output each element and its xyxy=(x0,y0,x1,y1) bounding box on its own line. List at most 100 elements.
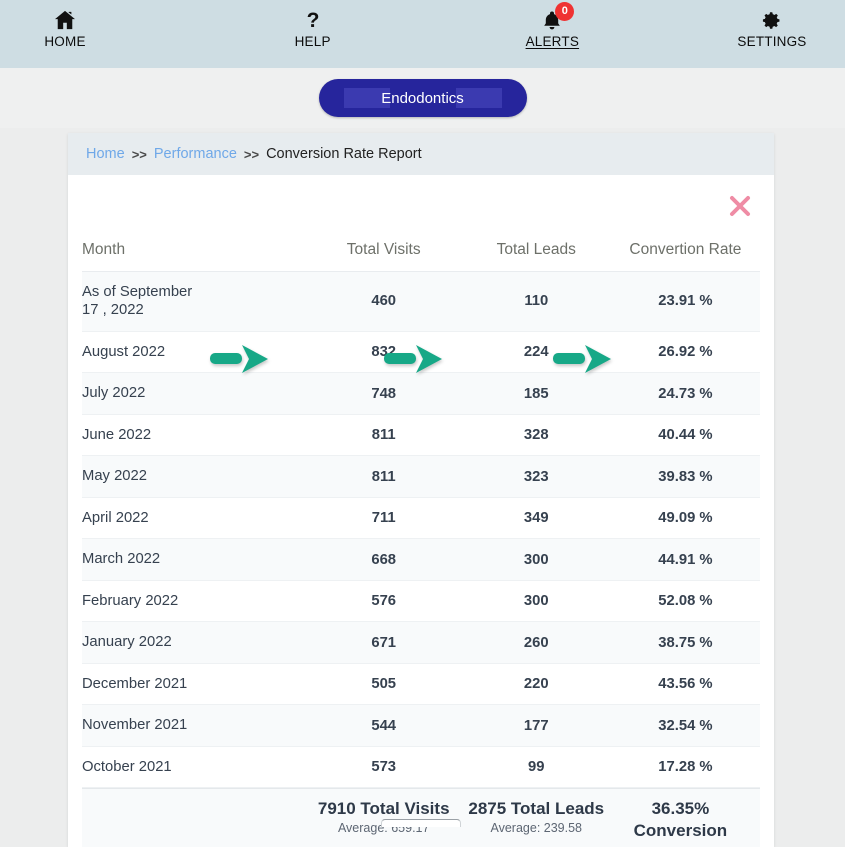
cell-month: November 2021 xyxy=(82,717,188,734)
help-icon: ? xyxy=(305,8,321,32)
totals-row: 7910 Total Visits Average: 659.17 2875 T… xyxy=(82,788,760,847)
column-header-month[interactable]: Month xyxy=(82,237,306,272)
cell-month: As of September 17 , 2022 xyxy=(82,284,193,319)
cell-conversion-rate: 49.09 % xyxy=(658,510,713,527)
cell-total-visits: 544 xyxy=(371,717,397,734)
report-body: Month Total Visits Total Leads Convertio… xyxy=(68,175,774,847)
cell-total-leads: 300 xyxy=(523,593,549,610)
cell-month: June 2022 xyxy=(82,426,152,443)
nav-label-home: HOME xyxy=(44,34,86,49)
nav-label-alerts: ALERTS xyxy=(525,34,580,49)
table-row[interactable]: January 2022 671 260 38.75 % xyxy=(82,621,760,664)
specialty-button-label: Endodontics xyxy=(381,89,464,107)
cell-month: March 2022 xyxy=(82,551,161,568)
cell-month: January 2022 xyxy=(82,634,172,651)
specialty-button-endodontics[interactable]: Endodontics xyxy=(318,79,527,117)
column-header-rate[interactable]: Convertion Rate xyxy=(610,237,760,272)
totals-leads-cell: 2875 Total Leads Average: 239.58 xyxy=(462,798,611,841)
conversion-rate-table: Month Total Visits Total Leads Convertio… xyxy=(82,237,760,788)
breadcrumb: Home >> Performance >> Conversion Rate R… xyxy=(68,133,774,175)
breadcrumb-separator-2: >> xyxy=(243,146,260,162)
table-row[interactable]: May 2022 811 323 39.83 % xyxy=(82,455,760,498)
nav-item-help[interactable]: ? HELP xyxy=(278,8,348,50)
totals-visits-main: 7910 Total Visits xyxy=(317,799,450,819)
table-body: As of September 17 , 2022 460 110 23.91 % Aug… xyxy=(82,271,760,788)
table-row[interactable]: As of September 17 , 2022 460 110 23.91 % xyxy=(82,271,760,332)
cell-total-visits: 711 xyxy=(371,510,396,527)
cell-month: August 2022 xyxy=(82,343,166,360)
cell-total-leads: 177 xyxy=(523,717,549,734)
cell-conversion-rate: 44.91 % xyxy=(658,551,713,568)
cell-conversion-rate: 40.44 % xyxy=(658,427,713,444)
breadcrumb-performance[interactable]: Performance xyxy=(154,146,237,162)
cell-conversion-rate: 39.83 % xyxy=(658,468,713,485)
breadcrumb-separator-1: >> xyxy=(131,146,147,162)
close-row xyxy=(82,175,760,237)
cell-total-visits: 832 xyxy=(371,344,397,361)
report-card: Home >> Performance >> Conversion Rate R… xyxy=(68,133,774,847)
totals-leads-main: 2875 Total Leads xyxy=(468,799,605,819)
cell-total-visits: 460 xyxy=(371,293,397,310)
partially-visible-button[interactable] xyxy=(381,819,461,827)
table-header: Month Total Visits Total Leads Convertio… xyxy=(82,237,760,272)
cell-conversion-rate: 17.28 % xyxy=(658,759,713,776)
cell-total-visits: 811 xyxy=(371,427,396,444)
table-row[interactable]: February 2022 576 300 52.08 % xyxy=(82,580,760,622)
column-header-visits[interactable]: Total Visits xyxy=(305,237,462,272)
cell-conversion-rate: 24.73 % xyxy=(658,385,713,402)
totals-leads-average: Average: 239.58 xyxy=(490,820,582,835)
cell-total-leads: 328 xyxy=(523,427,549,444)
bell-icon: 0 xyxy=(542,2,575,32)
cell-total-leads: 99 xyxy=(528,759,545,776)
top-navigation-bar: HOME ? HELP 0 ALERTS SETTINGS xyxy=(0,0,845,68)
table-row[interactable]: June 2022 811 328 40.44 % xyxy=(82,414,760,456)
cell-total-leads: 349 xyxy=(523,510,549,527)
cell-conversion-rate: 38.75 % xyxy=(658,634,713,651)
gear-icon xyxy=(761,8,782,32)
nav-label-help: HELP xyxy=(294,34,331,49)
cell-total-leads: 110 xyxy=(524,293,549,310)
home-icon xyxy=(54,8,76,32)
cell-total-visits: 573 xyxy=(371,759,397,776)
alerts-count-badge: 0 xyxy=(555,2,575,21)
cell-total-visits: 576 xyxy=(371,593,397,610)
cell-total-leads: 300 xyxy=(523,551,549,568)
cell-conversion-rate: 26.92 % xyxy=(658,344,713,361)
nav-item-alerts[interactable]: 0 ALERTS xyxy=(517,2,587,49)
column-header-leads[interactable]: Total Leads xyxy=(461,237,611,272)
table-row[interactable]: October 2021 573 99 17.28 % xyxy=(82,746,760,788)
breadcrumb-home[interactable]: Home xyxy=(86,146,125,162)
cell-conversion-rate: 52.08 % xyxy=(658,593,713,610)
totals-conversion-cell: 36.35% Conversion xyxy=(611,798,760,841)
totals-month-cell xyxy=(82,798,306,841)
cell-total-leads: 323 xyxy=(523,468,549,485)
table-row[interactable]: November 2021 544 177 32.54 % xyxy=(82,704,760,747)
table-row[interactable]: April 2022 711 349 49.09 % xyxy=(82,497,760,539)
cell-month: October 2021 xyxy=(82,758,172,775)
close-icon[interactable] xyxy=(726,192,754,220)
nav-label-settings: SETTINGS xyxy=(737,34,807,49)
svg-text:?: ? xyxy=(306,10,319,31)
cell-total-leads: 220 xyxy=(523,676,549,693)
cell-conversion-rate: 32.54 % xyxy=(658,717,713,734)
cell-month: February 2022 xyxy=(82,592,179,609)
cell-total-leads: 224 xyxy=(523,344,549,361)
nav-item-settings[interactable]: SETTINGS xyxy=(737,8,807,49)
cell-total-visits: 668 xyxy=(371,551,397,568)
cell-total-visits: 748 xyxy=(371,385,397,402)
cell-conversion-rate: 23.91 % xyxy=(658,293,713,310)
totals-conversion-rate: 36.35% xyxy=(651,799,710,819)
specialty-selector-row: Endodontics xyxy=(0,68,845,128)
table-row[interactable]: July 2022 748 185 24.73 % xyxy=(82,372,760,415)
cell-total-leads: 260 xyxy=(523,634,549,651)
cell-total-visits: 811 xyxy=(371,468,396,485)
cell-total-leads: 185 xyxy=(523,385,549,402)
table-row[interactable]: December 2021 505 220 43.56 % xyxy=(82,663,760,705)
table-row[interactable]: March 2022 668 300 44.91 % xyxy=(82,538,760,581)
cell-total-visits: 505 xyxy=(371,676,397,693)
table-header-row: Month Total Visits Total Leads Convertio… xyxy=(82,237,760,272)
cell-month: July 2022 xyxy=(82,385,146,402)
nav-item-home[interactable]: HOME xyxy=(30,8,100,49)
totals-conversion-label: Conversion xyxy=(633,820,728,840)
table-row[interactable]: August 2022 832 224 26.92 % xyxy=(82,331,760,373)
